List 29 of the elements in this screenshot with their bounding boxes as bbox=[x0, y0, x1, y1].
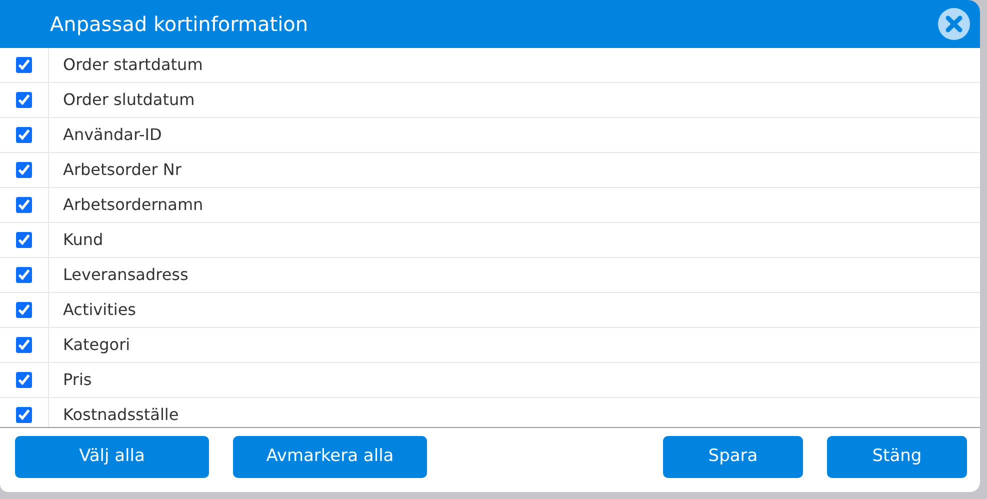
action-button[interactable]: Välj alla bbox=[15, 436, 209, 478]
checkbox[interactable] bbox=[16, 232, 32, 248]
dialog-title: Anpassad kortinformation bbox=[50, 11, 308, 38]
field-label: Leveransadress bbox=[62, 264, 188, 286]
checkbox[interactable] bbox=[16, 267, 32, 283]
field-label: Kategori bbox=[62, 334, 130, 356]
action-button[interactable]: Spara bbox=[663, 436, 803, 478]
field-label: Kund bbox=[62, 229, 104, 251]
checkbox[interactable] bbox=[16, 337, 32, 353]
field-label: Arbetsordernamn bbox=[62, 194, 204, 216]
close-button[interactable] bbox=[938, 8, 970, 40]
checkbox[interactable] bbox=[16, 302, 32, 318]
field-label: Order startdatum bbox=[62, 54, 203, 76]
checkbox[interactable] bbox=[16, 57, 32, 73]
field-label: Arbetsorder Nr bbox=[62, 159, 182, 181]
checkbox[interactable] bbox=[16, 407, 32, 423]
field-label: Order slutdatum bbox=[62, 89, 195, 111]
checkbox[interactable] bbox=[16, 92, 32, 108]
field-label: Activities bbox=[62, 299, 136, 321]
action-button[interactable]: Stäng bbox=[827, 436, 967, 478]
checkbox[interactable] bbox=[16, 127, 32, 143]
field-label: Kostnadsställe bbox=[62, 404, 179, 426]
field-label: Användar-ID bbox=[62, 124, 162, 146]
checkbox[interactable] bbox=[16, 162, 32, 178]
field-label: Pris bbox=[62, 369, 92, 391]
action-button[interactable]: Avmarkera alla bbox=[233, 436, 427, 478]
close-icon bbox=[945, 15, 963, 33]
checkbox[interactable] bbox=[16, 372, 32, 388]
checkbox[interactable] bbox=[16, 197, 32, 213]
